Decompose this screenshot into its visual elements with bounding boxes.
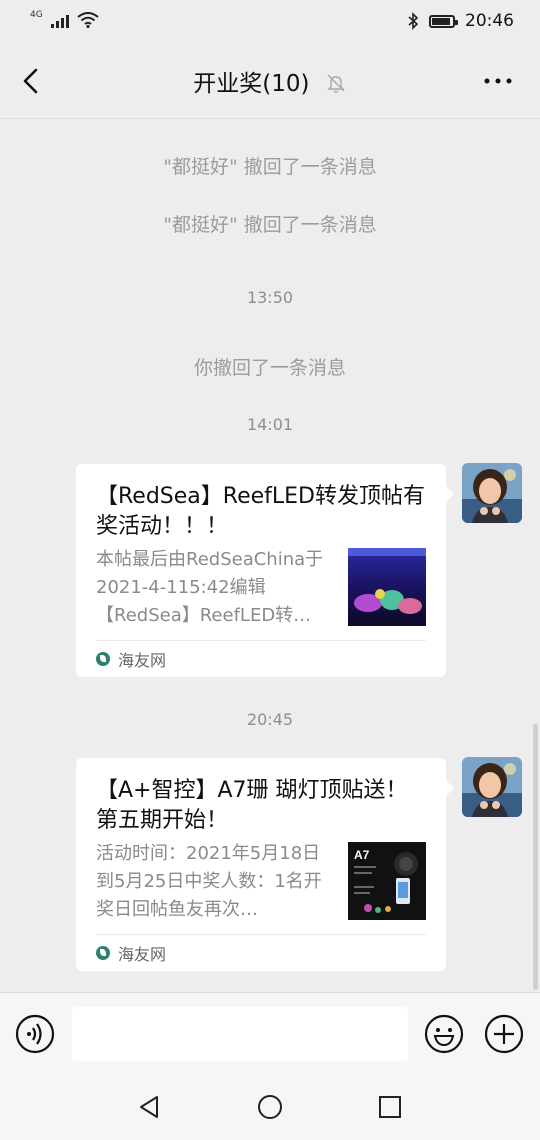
timestamp: 13:50 [246,288,294,307]
chat-header: 开业奖(10) [0,44,540,119]
recall-notice: "都挺好" 撤回了一条消息 [163,214,377,236]
signal-icon [50,12,69,28]
mute-bell-icon [327,74,345,93]
status-bar: 4G 20:46 [0,0,540,44]
status-left: 4G [30,10,99,28]
card-source: 海友网 [96,934,426,971]
card-description: 本帖最后由RedSeaChina于2021-4-115:42编辑【RedSea】… [96,549,324,626]
link-card-message[interactable]: 【A+智控】A7珊 瑚灯顶贴送！第五期开始！ 活动时间：2021年5月18日到5… [76,758,454,971]
avatar[interactable] [462,757,522,817]
plus-icon[interactable] [484,1014,524,1054]
card-source-name: 海友网 [118,945,167,964]
avatar[interactable] [462,463,522,523]
card-title: 【RedSea】ReefLED转发顶帖有奖活动！！！ [96,484,425,539]
network-type-label: 4G [30,10,43,20]
source-logo-icon [96,652,110,666]
status-time: 20:46 [465,11,514,31]
voice-icon[interactable] [15,1014,55,1054]
message-input[interactable] [72,1007,408,1061]
wifi-icon [77,12,99,28]
bluetooth-icon [408,12,419,30]
input-bar [0,992,540,1075]
source-logo-icon [96,946,110,960]
card-source-name: 海友网 [118,651,167,670]
status-right: 20:46 [407,11,514,31]
battery-icon [429,14,458,28]
recall-notice: 你撤回了一条消息 [193,357,346,379]
timestamp: 14:01 [246,415,294,434]
card-title: 【A+智控】A7珊 瑚灯顶贴送！第五期开始！ [96,778,408,833]
chat-title-wrap: 开业奖(10) [0,64,540,98]
card-body: 本帖最后由RedSeaChina于2021-4-115:42编辑【RedSea】… [96,546,426,630]
nav-back-triangle-icon[interactable] [135,1092,165,1122]
emoji-icon[interactable] [424,1014,464,1054]
chat-area[interactable]: "都挺好" 撤回了一条消息 "都挺好" 撤回了一条消息 13:50 你撤回了一条… [0,118,540,992]
recall-notice: "都挺好" 撤回了一条消息 [163,156,377,178]
nav-home-circle-icon[interactable] [255,1092,285,1122]
card-body: 活动时间：2021年5月18日到5月25日中奖人数：1名开奖日回帖鱼友再次… A… [96,840,426,924]
card-source: 海友网 [96,640,426,677]
scrollbar[interactable] [533,724,538,990]
card-thumbnail-image [348,548,426,626]
card-thumbnail-image: A7 [348,842,426,920]
chat-title: 开业奖(10) [193,71,310,97]
timestamp: 20:45 [246,710,294,729]
avatar-photo [462,463,522,523]
thumb-label: A7 [354,848,370,862]
card-description: 活动时间：2021年5月18日到5月25日中奖人数：1名开奖日回帖鱼友再次… [96,843,322,920]
avatar-photo [462,757,522,817]
link-card-message[interactable]: 【RedSea】ReefLED转发顶帖有奖活动！！！ 本帖最后由RedSeaCh… [76,464,454,677]
more-icon[interactable] [482,66,514,96]
nav-recents-square-icon[interactable] [375,1092,405,1122]
system-navigation-bar [0,1074,540,1140]
